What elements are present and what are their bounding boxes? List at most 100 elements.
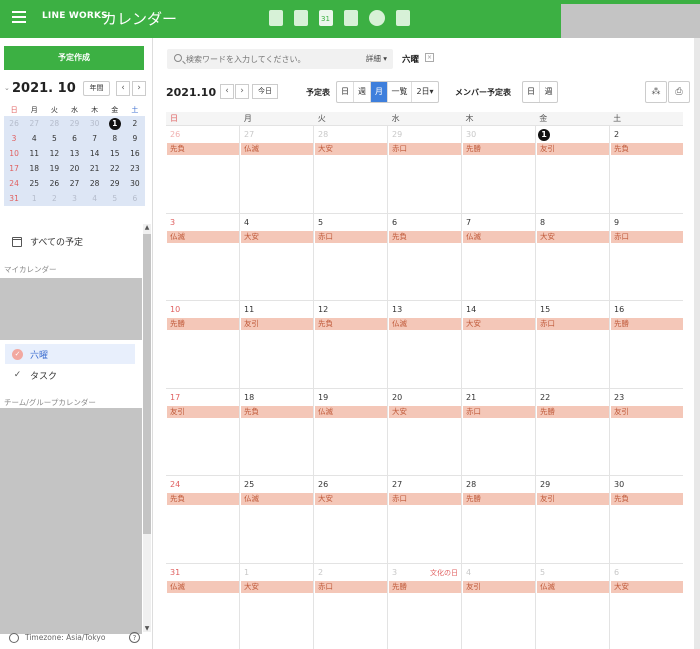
scrollbar-thumb[interactable] bbox=[143, 234, 151, 534]
mini-calendar-day[interactable]: 2 bbox=[44, 191, 64, 206]
day-cell[interactable]: 11 友引 bbox=[239, 301, 313, 388]
rokuyo-event[interactable]: 先負 bbox=[611, 493, 683, 505]
day-cell[interactable]: 25 仏滅 bbox=[239, 476, 313, 563]
rokuyo-event[interactable]: 先勝 bbox=[463, 493, 535, 505]
day-cell[interactable]: 12 先負 bbox=[313, 301, 387, 388]
rokuyo-event[interactable]: 赤口 bbox=[315, 580, 387, 593]
search-input[interactable] bbox=[186, 51, 346, 67]
day-cell[interactable]: 4 大安 bbox=[239, 213, 313, 300]
search-detail-dropdown[interactable]: 詳細 ▾ bbox=[366, 53, 387, 64]
day-cell[interactable]: 2 先負 bbox=[609, 126, 683, 213]
rokuyo-event[interactable]: 赤口 bbox=[537, 318, 609, 330]
all-schedules-item[interactable]: すべての予定 bbox=[12, 235, 83, 248]
year-view-button[interactable]: 年間 bbox=[83, 81, 110, 96]
day-cell[interactable]: 22 先勝 bbox=[535, 388, 609, 475]
rokuyo-event[interactable]: 先勝 bbox=[611, 318, 683, 330]
view-option[interactable]: 日 bbox=[337, 82, 354, 102]
rokuyo-event[interactable]: 仏滅 bbox=[241, 143, 313, 155]
rokuyo-event[interactable]: 赤口 bbox=[315, 230, 387, 243]
rokuyo-event[interactable]: 先負 bbox=[611, 143, 683, 155]
page-scrollbar[interactable] bbox=[694, 38, 700, 649]
calendar-item-task[interactable]: ✓ タスク bbox=[5, 365, 135, 385]
rokuyo-event[interactable]: 先勝 bbox=[389, 580, 461, 593]
today-button[interactable]: 今日 bbox=[252, 84, 278, 99]
collapse-caret-icon[interactable]: ⌄ bbox=[4, 84, 10, 92]
day-cell[interactable]: 1 友引 bbox=[535, 126, 609, 213]
rokuyo-event[interactable]: 仏滅 bbox=[537, 580, 609, 593]
mini-calendar-day[interactable]: 6 bbox=[64, 131, 84, 146]
day-cell[interactable]: 29 赤口 bbox=[387, 126, 461, 213]
rokuyo-event[interactable]: 赤口 bbox=[463, 405, 535, 418]
rokuyo-event[interactable]: 赤口 bbox=[389, 143, 461, 155]
day-cell[interactable]: 2 赤口 bbox=[313, 563, 387, 649]
next-month-icon[interactable]: › bbox=[235, 84, 249, 99]
mini-calendar-day[interactable]: 30 bbox=[85, 116, 105, 131]
mini-calendar-day[interactable]: 5 bbox=[44, 131, 64, 146]
mini-calendar-day[interactable]: 10 bbox=[4, 146, 24, 161]
rokuyo-event[interactable]: 先勝 bbox=[167, 318, 239, 330]
task-icon[interactable] bbox=[369, 10, 385, 26]
day-cell[interactable]: 15 赤口 bbox=[535, 301, 609, 388]
rokuyo-event[interactable]: 友引 bbox=[463, 580, 535, 593]
mini-calendar-day[interactable]: 7 bbox=[85, 131, 105, 146]
rokuyo-event[interactable]: 大安 bbox=[611, 580, 683, 593]
view-option[interactable]: 2日▾ bbox=[412, 82, 438, 102]
mini-calendar-day[interactable]: 3 bbox=[64, 191, 84, 206]
view-option[interactable]: 週 bbox=[540, 82, 557, 102]
mini-calendar-day[interactable]: 23 bbox=[125, 161, 145, 176]
mini-calendar-day[interactable]: 27 bbox=[24, 116, 44, 131]
mini-calendar-day[interactable]: 19 bbox=[44, 161, 64, 176]
day-cell[interactable]: 24 先負 bbox=[166, 476, 239, 563]
mini-calendar-day[interactable]: 9 bbox=[125, 131, 145, 146]
share-icon[interactable]: ⁂ bbox=[645, 81, 667, 103]
day-cell[interactable]: 14 大安 bbox=[461, 301, 535, 388]
day-cell[interactable]: 6 大安 bbox=[609, 563, 683, 649]
rokuyo-event[interactable]: 仏滅 bbox=[463, 230, 535, 243]
rokuyo-event[interactable]: 友引 bbox=[537, 143, 609, 155]
chat-icon[interactable] bbox=[294, 10, 308, 26]
mini-calendar-day[interactable]: 4 bbox=[24, 131, 44, 146]
print-icon[interactable]: ⎙ bbox=[668, 81, 690, 103]
prev-month-icon[interactable]: ‹ bbox=[220, 84, 234, 99]
day-cell[interactable]: 6 先負 bbox=[387, 213, 461, 300]
rokuyo-event[interactable]: 先勝 bbox=[463, 143, 535, 155]
gear-icon[interactable] bbox=[9, 633, 19, 643]
mini-calendar-day[interactable]: 2 bbox=[125, 116, 145, 131]
view-option[interactable]: 日 bbox=[523, 82, 540, 102]
rokuyo-event[interactable]: 大安 bbox=[241, 580, 313, 593]
mini-calendar-day[interactable]: 11 bbox=[24, 146, 44, 161]
mini-calendar-day[interactable]: 20 bbox=[64, 161, 84, 176]
hamburger-menu-icon[interactable] bbox=[12, 11, 26, 25]
mini-calendar-day[interactable]: 29 bbox=[105, 176, 125, 191]
note-icon[interactable] bbox=[269, 10, 283, 26]
mini-calendar-day[interactable]: 28 bbox=[85, 176, 105, 191]
rokuyo-event[interactable]: 赤口 bbox=[389, 493, 461, 505]
rokuyo-event[interactable]: 友引 bbox=[241, 318, 313, 330]
rokuyo-event[interactable]: 先負 bbox=[315, 318, 387, 330]
rokuyo-event[interactable]: 先負 bbox=[167, 143, 239, 155]
mini-calendar-day[interactable]: 29 bbox=[64, 116, 84, 131]
close-icon[interactable]: × bbox=[425, 53, 434, 62]
day-cell[interactable]: 13 仏滅 bbox=[387, 301, 461, 388]
my-calendar-label[interactable]: マイカレンダー bbox=[4, 264, 57, 275]
mini-calendar-day[interactable]: 8 bbox=[105, 131, 125, 146]
day-cell[interactable]: 16 先勝 bbox=[609, 301, 683, 388]
day-cell[interactable]: 10 先勝 bbox=[166, 301, 239, 388]
rokuyo-event[interactable]: 大安 bbox=[389, 405, 461, 418]
mini-calendar-day[interactable]: 13 bbox=[64, 146, 84, 161]
help-icon[interactable]: ? bbox=[129, 632, 140, 643]
day-cell[interactable]: 30 先負 bbox=[609, 476, 683, 563]
rokuyo-event[interactable]: 先負 bbox=[241, 405, 313, 418]
mini-calendar-day[interactable]: 22 bbox=[105, 161, 125, 176]
mini-prev-icon[interactable]: ‹ bbox=[116, 81, 130, 96]
rokuyo-event[interactable]: 先負 bbox=[167, 493, 239, 505]
rokuyo-event[interactable]: 仏滅 bbox=[241, 493, 313, 505]
rokuyo-event[interactable]: 仏滅 bbox=[315, 405, 387, 418]
rokuyo-event[interactable]: 仏滅 bbox=[167, 580, 239, 593]
mini-calendar-day[interactable]: 17 bbox=[4, 161, 24, 176]
team-calendar-label[interactable]: チーム/グループカレンダー bbox=[4, 397, 96, 408]
mini-calendar-day[interactable]: 26 bbox=[4, 116, 24, 131]
rokuyo-event[interactable]: 友引 bbox=[167, 405, 239, 418]
mini-calendar-day[interactable]: 3 bbox=[4, 131, 24, 146]
day-cell[interactable]: 30 先勝 bbox=[461, 126, 535, 213]
